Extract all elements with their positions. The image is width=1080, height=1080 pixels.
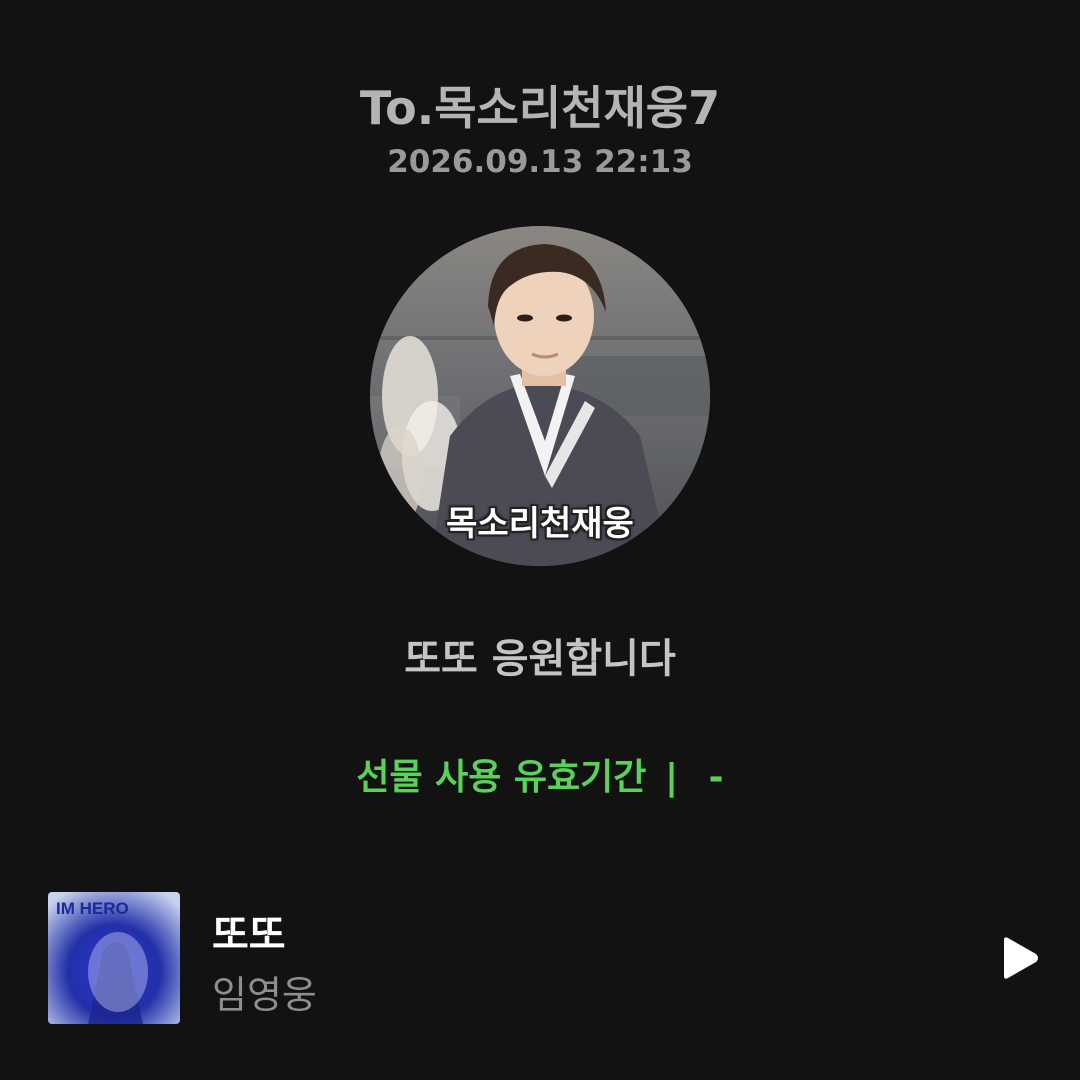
validity-value: - xyxy=(708,757,724,798)
sent-timestamp: 2026.09.13 22:13 xyxy=(387,144,693,180)
gift-message: 또또 응원합니다 xyxy=(404,636,676,682)
track-artist: 임영웅 xyxy=(212,973,317,1017)
avatar-caption: 목소리천재웅 xyxy=(446,504,634,544)
profile-avatar: 목소리천재웅 xyxy=(370,226,710,566)
track-item[interactable]: IM HERO 또또 임영웅 xyxy=(48,892,1048,1024)
track-title: 또또 xyxy=(212,912,286,958)
gift-card-screen: To.목소리천재웅7 2026.09.13 22:13 목소리천재웅 또또 응원… xyxy=(0,0,1080,1080)
validity-separator: | xyxy=(664,757,679,798)
play-button[interactable] xyxy=(994,934,1042,982)
validity-label: 선물 사용 유효기간 xyxy=(356,757,647,798)
album-art-text: IM HERO xyxy=(56,899,129,918)
album-art: IM HERO xyxy=(48,892,180,1024)
gift-validity: 선물 사용 유효기간 | - xyxy=(0,748,1080,800)
recipient-title: To.목소리천재웅7 xyxy=(359,81,721,135)
play-icon xyxy=(1004,937,1038,979)
